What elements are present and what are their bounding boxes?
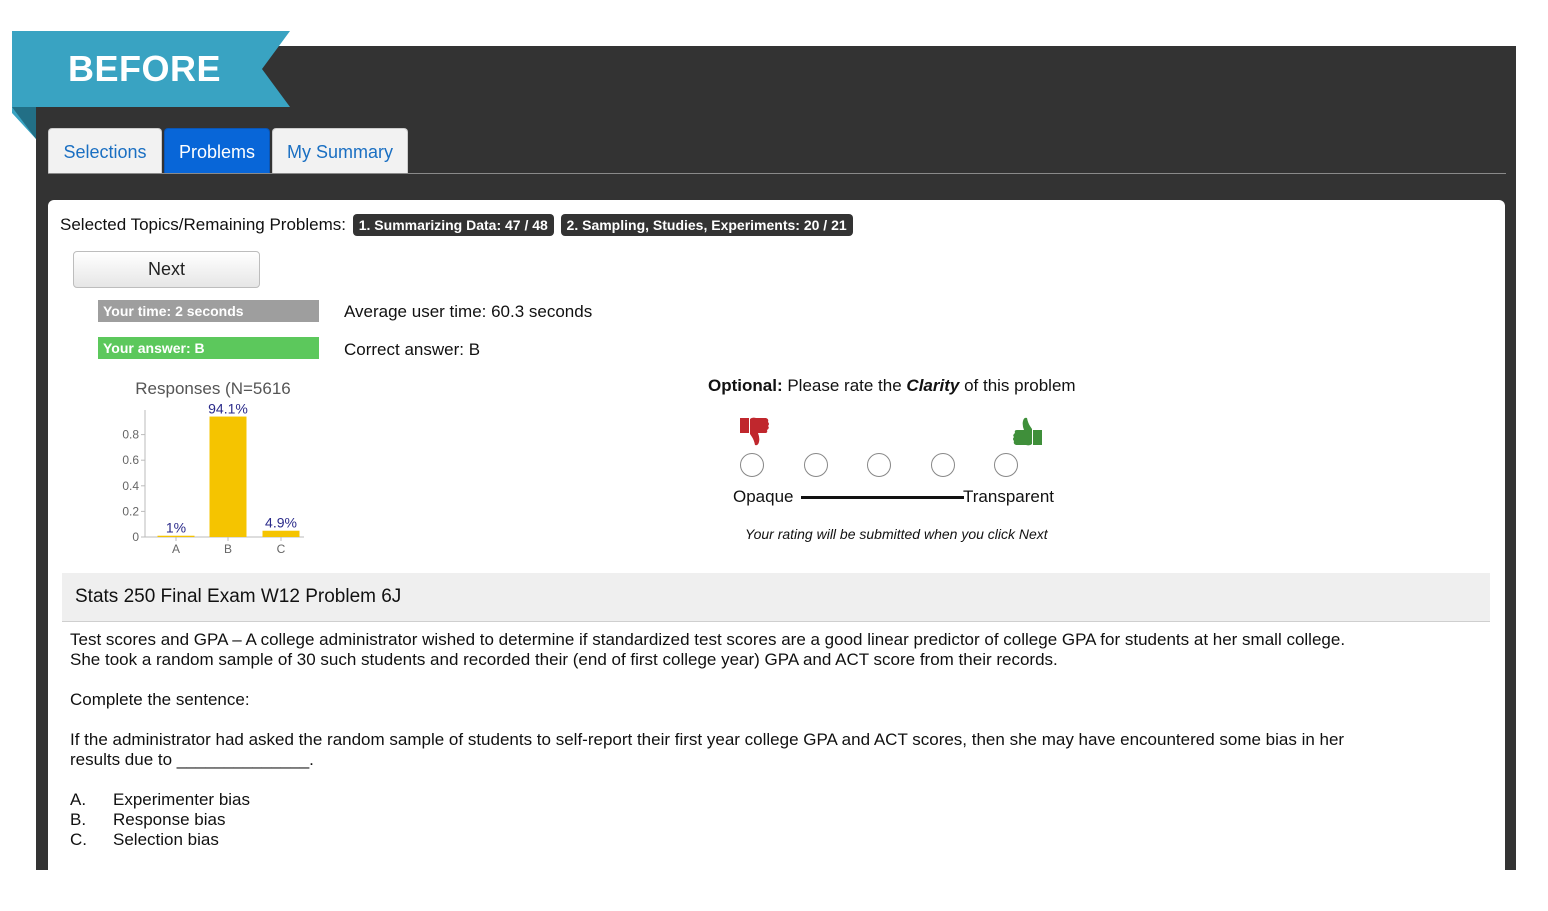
problem-prompt: Complete the sentence: xyxy=(70,690,250,709)
rating-option-4[interactable] xyxy=(931,453,955,477)
y-tick-label: 0.6 xyxy=(122,453,139,467)
next-button[interactable]: Next xyxy=(73,251,260,288)
tab-divider xyxy=(48,173,1506,174)
ribbon-label: BEFORE xyxy=(68,48,222,89)
data-label: 1% xyxy=(166,520,186,536)
y-tick-label: 0.2 xyxy=(122,504,139,518)
topic-badge: 2. Sampling, Studies, Experiments: 20 / … xyxy=(560,214,853,236)
answer-choice: A. Experimenter bias xyxy=(70,790,1470,810)
before-ribbon: BEFORE xyxy=(12,31,290,139)
problem-panel: Selected Topics/Remaining Problems: 1. S… xyxy=(48,200,1505,870)
topic-badge: 1. Summarizing Data: 47 / 48 xyxy=(352,214,554,236)
responses-chart: Responses (N=5616 0 0.2 0.4 0.6 0.8 1% A 94.1% B 4… xyxy=(122,379,304,556)
data-label: 4.9% xyxy=(265,515,297,531)
your-answer-badge: Your answer: B xyxy=(98,337,319,359)
y-tick-label: 0 xyxy=(132,530,139,544)
chart-bar xyxy=(157,535,195,537)
scale-line xyxy=(801,496,964,499)
answer-choice: C. Selection bias xyxy=(70,830,1470,850)
rating-option-5[interactable] xyxy=(994,453,1018,477)
rating-option-2[interactable] xyxy=(804,453,828,477)
problem-intro-line: She took a random sample of 30 such stud… xyxy=(70,650,1058,669)
rating-emphasis: Clarity xyxy=(906,376,960,395)
x-tick-label: C xyxy=(277,542,286,556)
tab-my-summary[interactable]: My Summary xyxy=(272,128,408,174)
data-label: 94.1% xyxy=(208,401,248,417)
problem-intro: Test scores and GPA – A college administ… xyxy=(70,630,1470,670)
choice-letter: B. xyxy=(70,810,87,829)
choice-text: Response bias xyxy=(113,810,226,829)
thumbs-down-icon xyxy=(740,417,769,446)
your-time-badge: Your time: 2 seconds xyxy=(98,300,319,322)
problem-body: Test scores and GPA – A college administ… xyxy=(70,630,1470,850)
rating-prompt: Optional: Please rate the Clarity of thi… xyxy=(708,376,1076,396)
average-time: Average user time: 60.3 seconds xyxy=(344,302,593,321)
choice-text: Experimenter bias xyxy=(113,790,251,809)
rating-option-1[interactable] xyxy=(740,453,764,477)
scale-right-label: Transparent xyxy=(963,487,1055,506)
x-tick-label: B xyxy=(224,542,232,556)
problem-intro-line: Test scores and GPA – A college administ… xyxy=(70,630,1346,649)
rating-prefix: Optional: xyxy=(708,376,783,395)
y-tick-label: 0.8 xyxy=(122,428,139,442)
problem-question-line: results due to ______________. xyxy=(70,750,314,769)
problem-title: Stats 250 Final Exam W12 Problem 6J xyxy=(75,586,402,607)
tab-problems[interactable]: Problems xyxy=(164,128,270,174)
choice-text: Selection bias xyxy=(113,830,219,849)
choice-letter: A. xyxy=(70,790,87,809)
rating-text-end: of this problem xyxy=(959,376,1076,395)
problem-question-line: If the administrator had asked the rando… xyxy=(70,730,1345,749)
problem-header: Stats 250 Final Exam W12 Problem 6J xyxy=(62,573,1490,622)
rating-text: Please rate the xyxy=(782,376,907,395)
y-tick-label: 0.4 xyxy=(122,479,139,493)
problem-question: If the administrator had asked the rando… xyxy=(70,730,1470,770)
topics-label: Selected Topics/Remaining Problems: xyxy=(60,215,346,234)
rating-note: Your rating will be submitted when you c… xyxy=(745,526,1048,542)
x-tick-label: A xyxy=(172,542,180,556)
thumbs-up-icon xyxy=(1013,417,1042,446)
tab-selections[interactable]: Selections xyxy=(48,128,162,174)
scale-left-label: Opaque xyxy=(733,487,794,506)
choice-letter: C. xyxy=(70,830,87,849)
selected-topics: Selected Topics/Remaining Problems: 1. S… xyxy=(60,214,853,236)
chart-bar xyxy=(262,530,300,537)
answer-choice: B. Response bias xyxy=(70,810,1470,830)
correct-answer: Correct answer: B xyxy=(344,340,481,359)
chart-bar xyxy=(209,416,247,537)
rating-option-3[interactable] xyxy=(867,453,891,477)
chart-title: Responses (N=5616 xyxy=(135,379,290,398)
